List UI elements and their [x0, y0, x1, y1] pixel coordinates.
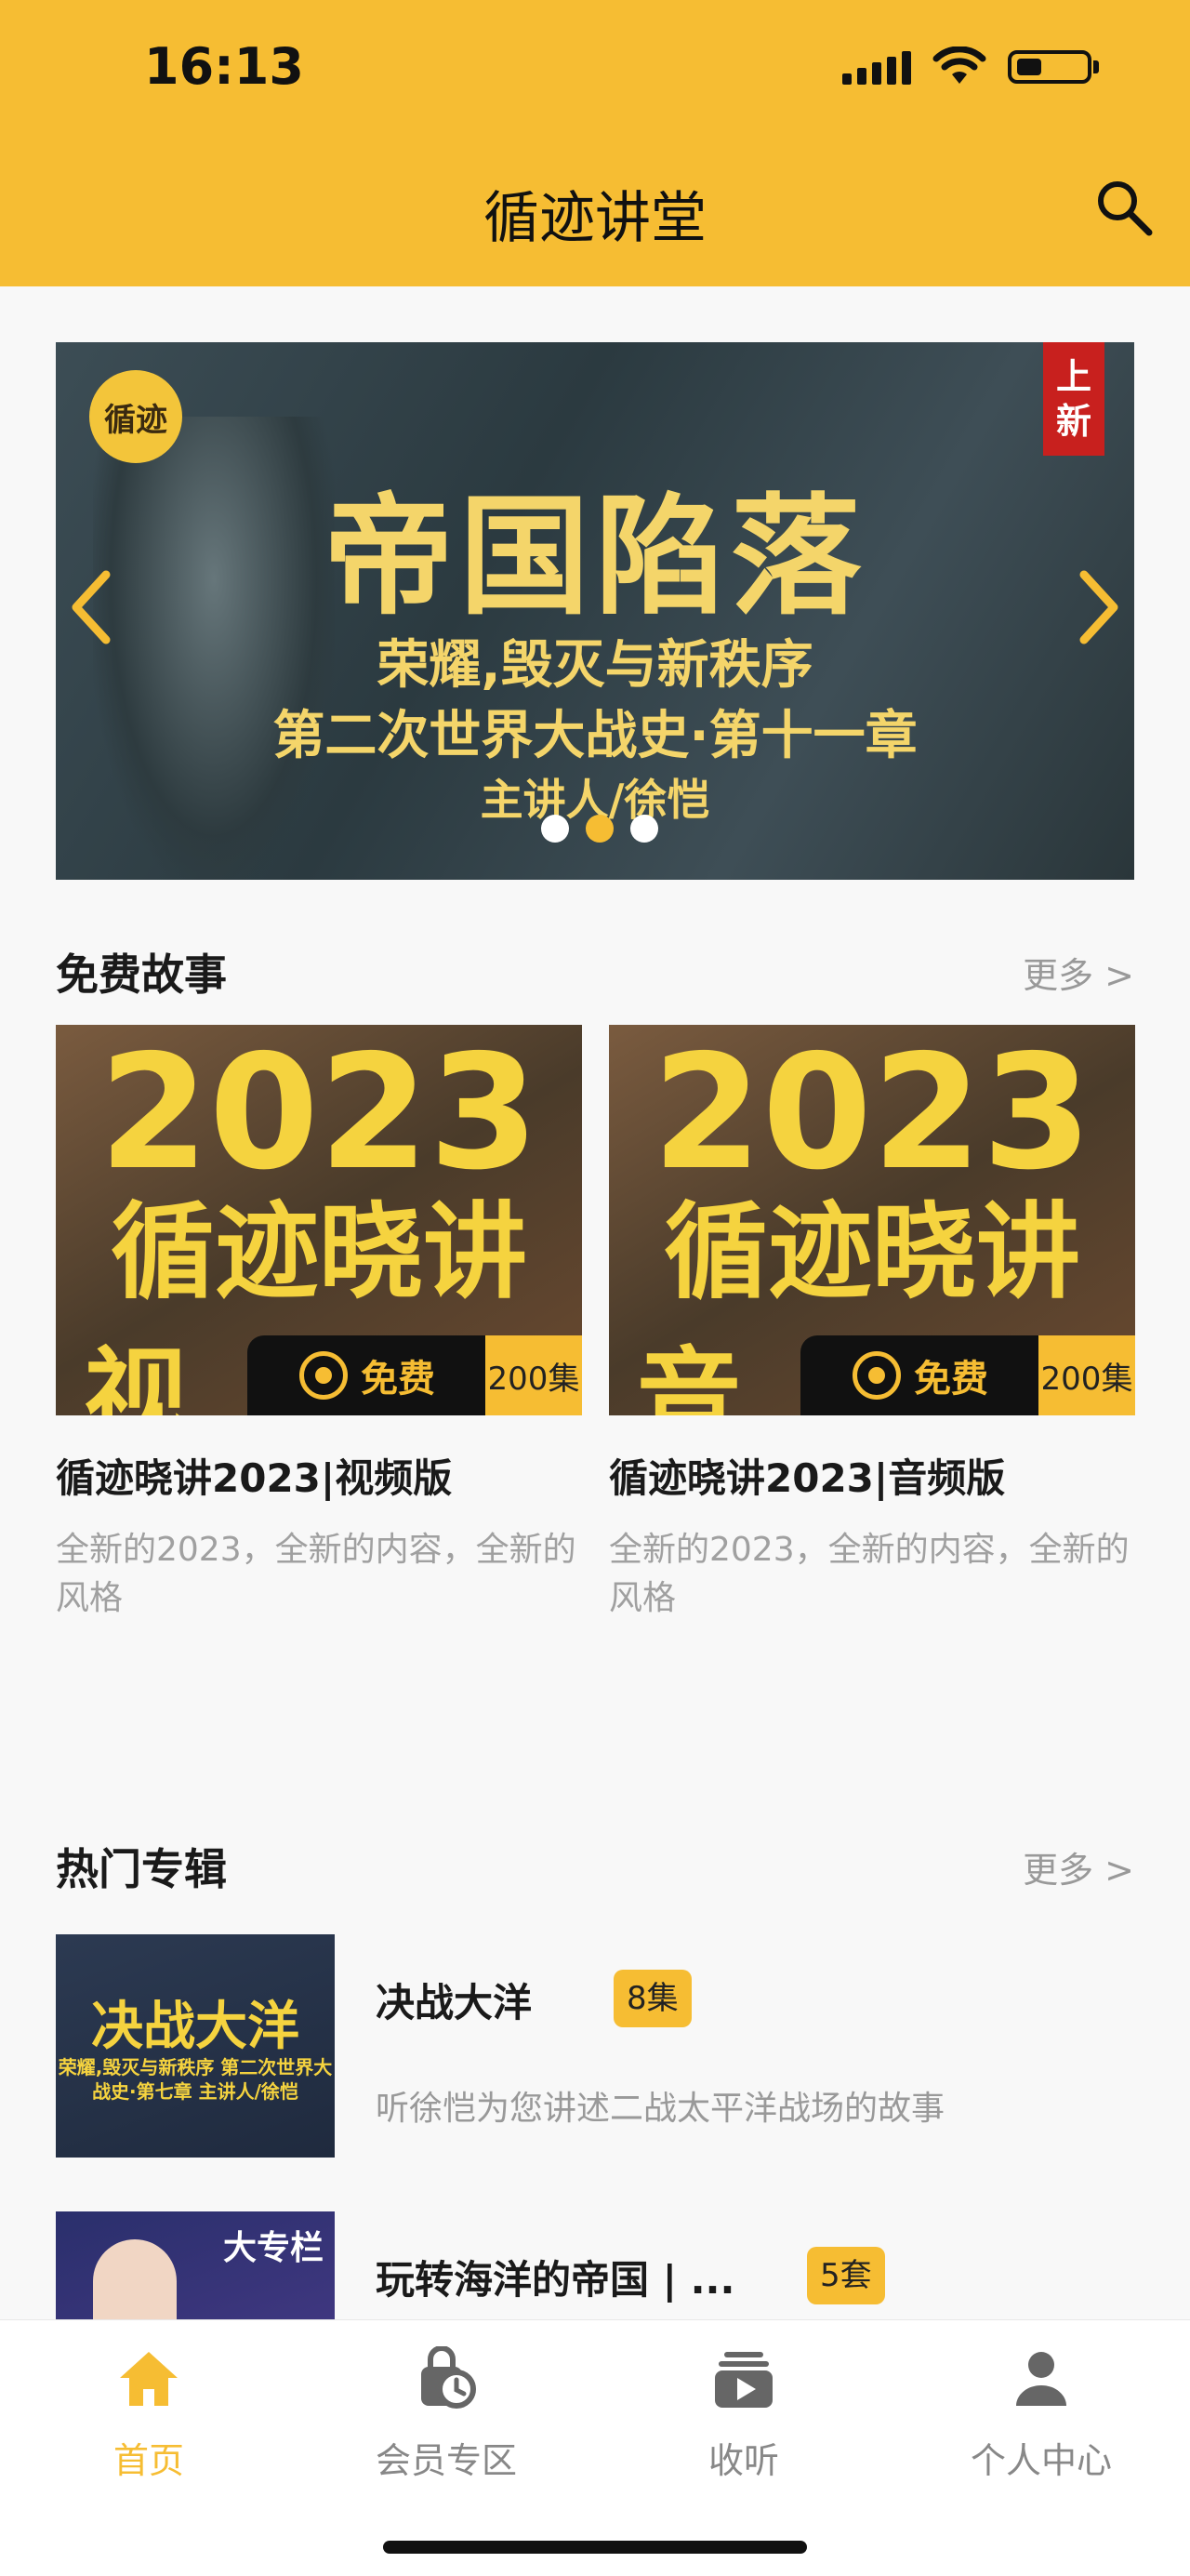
- page-title: 循迹讲堂: [483, 186, 707, 251]
- hot-section-title: 热门专辑: [56, 1844, 227, 1894]
- status-icons: [842, 46, 1099, 87]
- home-icon: [120, 2352, 178, 2406]
- thumb-title: 循迹晓讲: [111, 1192, 527, 1313]
- album-description: 听徐恺为您讲述二战太平洋战场的故事: [376, 2090, 945, 2128]
- banner-subtitle-1: 荣耀,毁灭与新秩序: [377, 635, 813, 696]
- banner-next-arrow-icon[interactable]: [1069, 565, 1125, 649]
- carousel-dot-3[interactable]: [630, 815, 658, 843]
- banner-title: 帝国陷落: [323, 482, 866, 633]
- tab-label: 收听: [707, 2440, 779, 2481]
- thumb-year: 2023: [99, 1025, 539, 1205]
- free-section-more-link[interactable]: 更多 >: [1023, 947, 1134, 998]
- free-label: 免费: [914, 1358, 988, 1401]
- banner-logo: 循迹: [89, 370, 182, 463]
- hot-section-more-link[interactable]: 更多 >: [1023, 1841, 1134, 1892]
- thumb-year: 2023: [652, 1025, 1092, 1205]
- play-ring-icon: [299, 1351, 348, 1400]
- card-title: 循迹晓讲2023|视频版: [56, 1455, 453, 1501]
- album-title: 玩转海洋的帝国 | ...: [376, 2257, 735, 2303]
- banner-prev-arrow-icon[interactable]: [65, 565, 121, 649]
- album-item[interactable]: 决战大洋 荣耀,毁灭与新秩序 第二次世界大战史·第七章 主讲人/徐恺 决战大洋 …: [56, 1934, 1134, 2158]
- home-indicator[interactable]: [383, 2541, 807, 2554]
- cellular-signal-icon: [842, 49, 911, 85]
- battery-icon: [1008, 50, 1091, 84]
- carousel-dot-1[interactable]: [541, 815, 569, 843]
- tab-listen[interactable]: 收听: [651, 2346, 837, 2483]
- play-ring-icon: [853, 1351, 901, 1400]
- free-tag: 免费: [247, 1335, 485, 1415]
- listen-play-icon: [715, 2352, 773, 2408]
- tab-label: 首页: [112, 2440, 184, 2481]
- episode-count-badge: 200集: [1038, 1335, 1135, 1415]
- status-time: 16:13: [144, 37, 304, 96]
- free-card-video[interactable]: 2023 循迹晓讲 视 频 版 免费 200集 循迹晓讲2023|视频版 全新的…: [56, 1025, 582, 1623]
- free-label: 免费: [361, 1358, 435, 1401]
- album-thumb-title: 决战大洋: [91, 1997, 299, 2057]
- free-tag: 免费: [800, 1335, 1038, 1415]
- album-thumbnail: 决战大洋 荣耀,毁灭与新秩序 第二次世界大战史·第七章 主讲人/徐恺: [56, 1934, 335, 2158]
- free-card-audio[interactable]: 2023 循迹晓讲 音 频 版 免费 200集 循迹晓讲2023|音频版 全新的…: [609, 1025, 1135, 1623]
- top-header: 16:13 循迹讲堂: [0, 0, 1190, 286]
- carousel-dots: [541, 815, 658, 843]
- card-thumbnail: 2023 循迹晓讲 音 频 版 免费 200集: [609, 1025, 1135, 1415]
- card-description: 全新的2023，全新的内容，全新的风格: [56, 1531, 576, 1617]
- card-thumbnail: 2023 循迹晓讲 视 频 版 免费 200集: [56, 1025, 582, 1415]
- new-badge: 上 新: [1043, 342, 1104, 456]
- tab-label: 个人中心: [970, 2440, 1112, 2481]
- wifi-icon: [932, 46, 986, 84]
- tab-home[interactable]: 首页: [56, 2346, 242, 2483]
- tab-member[interactable]: 会员专区: [353, 2345, 539, 2483]
- album-thumb-subtitle: 荣耀,毁灭与新秩序 第二次世界大战史·第七章 主讲人/徐恺: [58, 2056, 333, 2103]
- card-description: 全新的2023，全新的内容，全新的风格: [609, 1531, 1130, 1617]
- bottom-tab-bar: 首页 会员专区 收听 个人中心: [0, 2319, 1190, 2576]
- member-clock-icon: [421, 2345, 476, 2409]
- carousel-dot-2[interactable]: [586, 815, 614, 843]
- album-thumb-title: 大专栏: [223, 2229, 324, 2267]
- thumb-title: 循迹晓讲: [664, 1192, 1080, 1313]
- album-title: 决战大洋: [376, 1980, 533, 2025]
- free-section-title: 免费故事: [56, 949, 227, 1000]
- album-count-badge: 8集: [614, 1970, 692, 2027]
- new-badge-line2: 新: [1055, 401, 1091, 442]
- card-title: 循迹晓讲2023|音频版: [609, 1455, 1006, 1501]
- episode-count-badge: 200集: [485, 1335, 582, 1415]
- new-badge-line1: 上: [1055, 356, 1091, 397]
- search-icon[interactable]: [1093, 177, 1155, 238]
- tab-profile[interactable]: 个人中心: [948, 2346, 1134, 2483]
- album-count-badge: 5套: [807, 2247, 885, 2304]
- tab-label: 会员专区: [375, 2440, 517, 2481]
- profile-icon: [1016, 2352, 1066, 2406]
- banner-subtitle-2: 第二次世界大战史·第十一章: [272, 706, 918, 766]
- banner-carousel[interactable]: 循迹 上 新 帝国陷落 荣耀,毁灭与新秩序 第二次世界大战史·第十一章 主讲人/…: [56, 342, 1134, 880]
